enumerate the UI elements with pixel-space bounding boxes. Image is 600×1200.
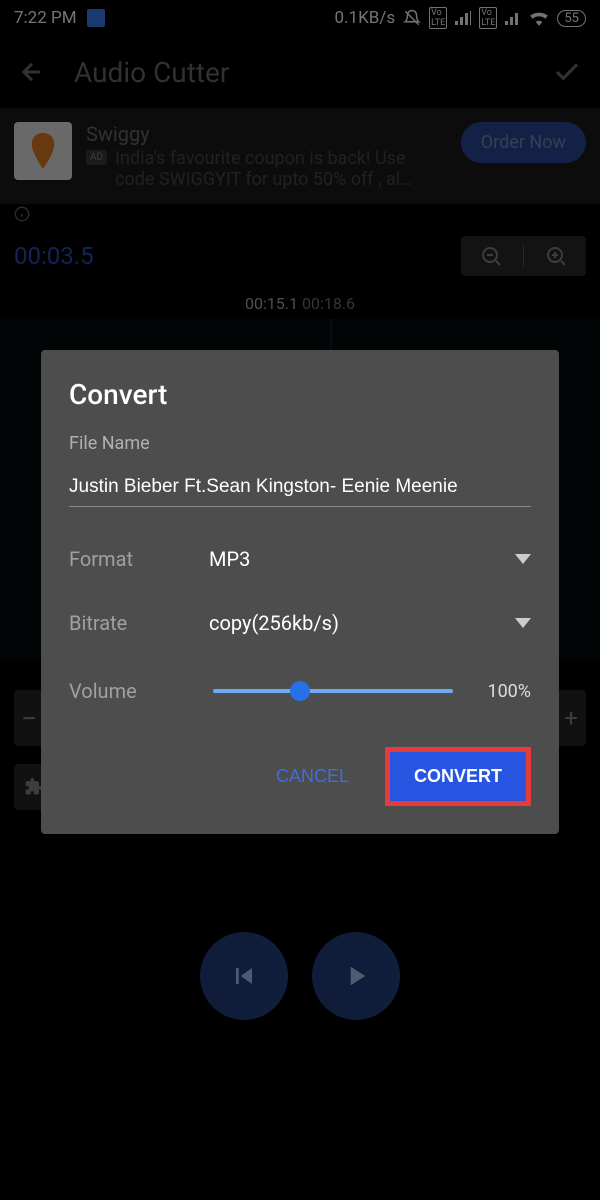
play-icon bbox=[340, 960, 372, 992]
format-value: MP3 bbox=[209, 547, 515, 571]
dialog-title: Convert bbox=[69, 378, 531, 411]
bitrate-row[interactable]: Bitrate copy(256kb/s) bbox=[69, 611, 531, 635]
cancel-button[interactable]: CANCEL bbox=[258, 752, 367, 801]
volume-row: Volume 100% bbox=[69, 679, 531, 703]
play-button[interactable] bbox=[312, 932, 400, 1020]
player-controls bbox=[0, 932, 600, 1020]
file-name-label: File Name bbox=[69, 433, 531, 454]
volume-slider[interactable] bbox=[213, 689, 453, 693]
format-label: Format bbox=[69, 547, 209, 571]
chevron-down-icon bbox=[515, 618, 531, 628]
chevron-down-icon bbox=[515, 554, 531, 564]
previous-button[interactable] bbox=[200, 932, 288, 1020]
convert-dialog: Convert File Name Format MP3 Bitrate cop… bbox=[41, 350, 559, 834]
slider-thumb[interactable] bbox=[290, 681, 310, 701]
file-name-input[interactable] bbox=[69, 472, 531, 507]
volume-label: Volume bbox=[69, 679, 195, 703]
bitrate-value: copy(256kb/s) bbox=[209, 611, 515, 635]
convert-button[interactable]: CONVERT bbox=[385, 747, 531, 806]
volume-value: 100% bbox=[471, 681, 531, 702]
format-row[interactable]: Format MP3 bbox=[69, 547, 531, 571]
bitrate-label: Bitrate bbox=[69, 611, 209, 635]
skip-previous-icon bbox=[228, 960, 260, 992]
